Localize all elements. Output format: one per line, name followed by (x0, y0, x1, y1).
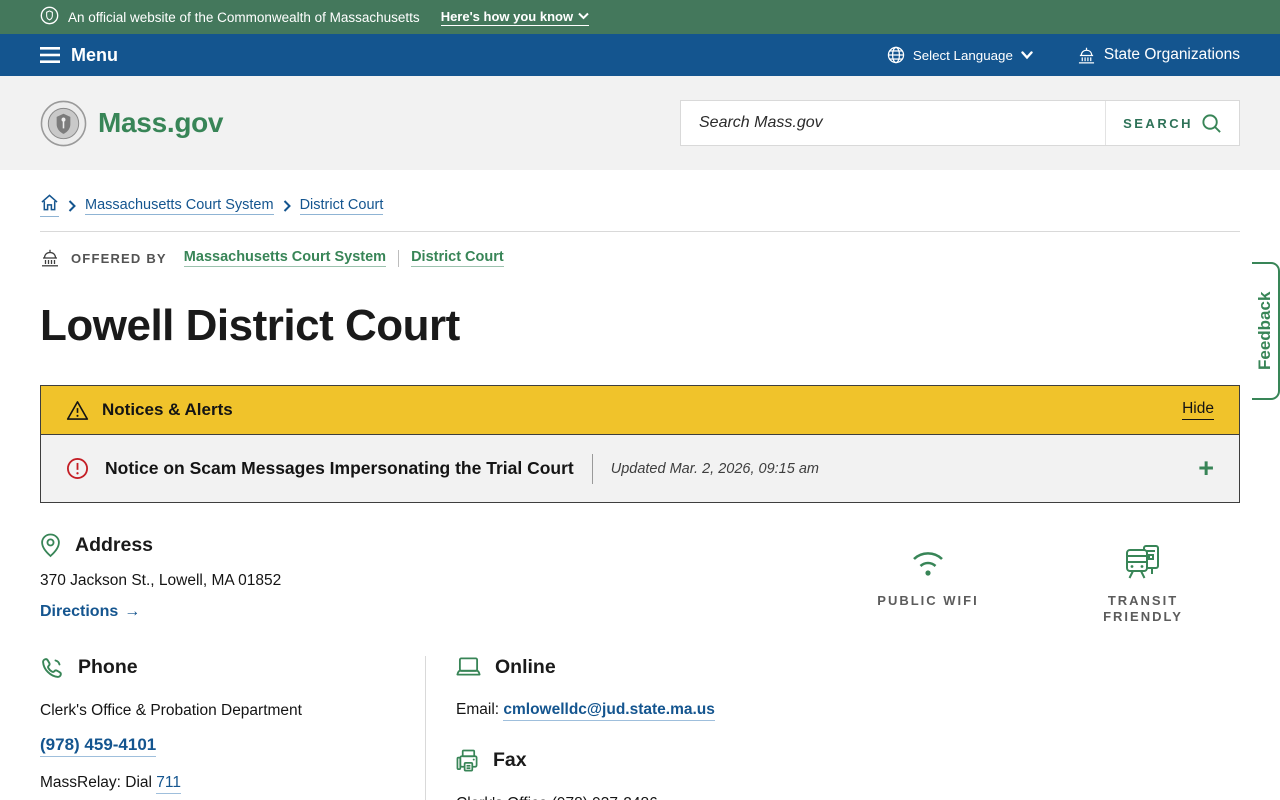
offered-by-label: OFFERED BY (71, 250, 167, 266)
online-heading-row: Online (456, 656, 715, 679)
arrow-right-icon: → (124, 603, 141, 620)
location-pin-icon (40, 533, 61, 558)
search-bar: SEARCH (680, 100, 1240, 146)
search-icon (1202, 113, 1221, 133)
search-input[interactable] (681, 101, 1106, 145)
email-label: Email: (456, 700, 504, 718)
phone-number-link[interactable]: (978) 459-4101 (40, 734, 157, 757)
phone-section: Phone Clerk's Office & Probation Departm… (40, 656, 425, 800)
massgov-logo[interactable]: Mass.gov (40, 100, 224, 147)
fax-text: Clerk's Office (978) 937-2486 (456, 795, 715, 800)
breadcrumb-district-court-link[interactable]: District Court (299, 197, 384, 215)
amenity-label: TRANSIT FRIENDLY (1103, 593, 1183, 625)
breadcrumb: Massachusetts Court System District Cour… (40, 194, 1240, 217)
notice-row[interactable]: Notice on Scam Messages Impersonating th… (41, 434, 1239, 502)
select-language-label: Select Language (912, 47, 1013, 63)
massrelay-711-link[interactable]: 711 (156, 773, 181, 794)
massrelay-label: MassRelay: Dial (40, 773, 157, 791)
fax-heading-row: Fax (456, 749, 715, 773)
breadcrumb-home-link[interactable] (40, 194, 59, 217)
main-nav-bar: Menu Select Language State Organizations (0, 34, 1280, 76)
phone-icon (40, 656, 64, 680)
offered-by-court-system-link[interactable]: Massachusetts Court System (183, 249, 387, 267)
address-text: 370 Jackson St., Lowell, MA 01852 (40, 572, 282, 589)
page-title: Lowell District Court (40, 301, 460, 350)
search-button-label: SEARCH (1123, 115, 1193, 131)
menu-button[interactable]: Menu (40, 45, 118, 66)
offered-by-row: OFFERED BY Massachusetts Court System Di… (40, 249, 1240, 267)
hide-alerts-link[interactable]: Hide (1182, 400, 1214, 420)
warning-triangle-icon (66, 400, 89, 420)
globe-icon (887, 46, 905, 64)
amenity-label: PUBLIC WIFI (877, 593, 979, 608)
offered-by-district-court-link[interactable]: District Court (411, 249, 504, 267)
divider (591, 453, 593, 484)
main-content: Massachusetts Court System District Cour… (0, 194, 1280, 800)
amenity-transit-friendly: TRANSIT FRIENDLY (1088, 541, 1198, 626)
statehouse-icon (42, 249, 58, 267)
address-section: Address 370 Jackson St., Lowell, MA 0185… (40, 533, 1240, 626)
amenities: PUBLIC WIFI TRANSIT FRIENDLY (873, 541, 1198, 626)
laptop-icon (456, 656, 481, 678)
notices-alerts-title: Notices & Alerts (102, 400, 233, 419)
state-organizations-label: State Organizations (1103, 46, 1240, 63)
address-heading-row: Address (40, 533, 281, 558)
heres-how-you-know-label: Here's how you know (440, 8, 574, 24)
breadcrumb-separator-icon (283, 199, 291, 212)
amenity-public-wifi: PUBLIC WIFI (873, 541, 983, 626)
directions-link[interactable]: Directions → (40, 603, 140, 621)
phone-heading-row: Phone (40, 656, 425, 680)
email-line: Email: cmlowelldc@jud.state.ma.us (456, 700, 715, 721)
home-icon (41, 194, 58, 211)
heres-how-you-know-toggle[interactable]: Here's how you know (440, 8, 590, 26)
address-column: Address 370 Jackson St., Lowell, MA 0185… (40, 533, 281, 626)
notice-title: Notice on Scam Messages Impersonating th… (105, 458, 574, 478)
feedback-tab[interactable]: Feedback (1252, 262, 1280, 400)
massgov-logo-text: Mass.gov (98, 107, 224, 138)
contact-columns: Phone Clerk's Office & Probation Departm… (40, 655, 1240, 800)
phone-office-label: Clerk's Office & Probation Department (40, 701, 302, 719)
breadcrumb-separator-icon (68, 199, 76, 212)
official-banner-text: An official website of the Commonwealth … (68, 9, 420, 25)
hamburger-icon (40, 47, 60, 63)
select-language-button[interactable]: Select Language (887, 46, 1033, 64)
directions-label: Directions (40, 603, 119, 620)
alert-exclamation-icon (67, 458, 88, 479)
address-heading: Address (75, 534, 154, 556)
notices-alerts-header: Notices & Alerts Hide (41, 386, 1239, 434)
search-button[interactable]: SEARCH (1105, 101, 1239, 145)
site-header: Mass.gov SEARCH (0, 76, 1280, 170)
massgov-seal-icon (40, 100, 87, 146)
state-organizations-link[interactable]: State Organizations (1077, 46, 1240, 64)
state-seal-icon (40, 6, 59, 28)
notices-alerts-panel: Notices & Alerts Hide Notice on Scam Mes… (40, 385, 1240, 503)
breadcrumb-divider (40, 231, 1240, 232)
divider (398, 249, 400, 267)
breadcrumb-court-system-link[interactable]: Massachusetts Court System (85, 197, 274, 215)
menu-label: Menu (71, 44, 118, 65)
fax-heading: Fax (493, 749, 527, 771)
notice-expand-button[interactable]: + (1198, 455, 1214, 482)
online-heading: Online (495, 655, 556, 678)
notice-updated-timestamp: Updated Mar. 2, 2026, 09:15 am (610, 460, 819, 477)
massrelay-line: MassRelay: Dial 711 (40, 773, 425, 794)
wifi-icon (906, 541, 950, 583)
chevron-down-icon (578, 12, 589, 20)
email-link[interactable]: cmlowelldc@jud.state.ma.us (503, 700, 715, 721)
online-section: Online Email: cmlowelldc@jud.state.ma.us… (426, 656, 715, 800)
chevron-down-icon (1021, 50, 1033, 59)
statehouse-icon (1078, 47, 1094, 63)
fax-icon (456, 749, 479, 773)
official-banner: An official website of the Commonwealth … (0, 0, 1280, 34)
phone-heading: Phone (78, 656, 138, 678)
transit-icon (1122, 541, 1164, 583)
